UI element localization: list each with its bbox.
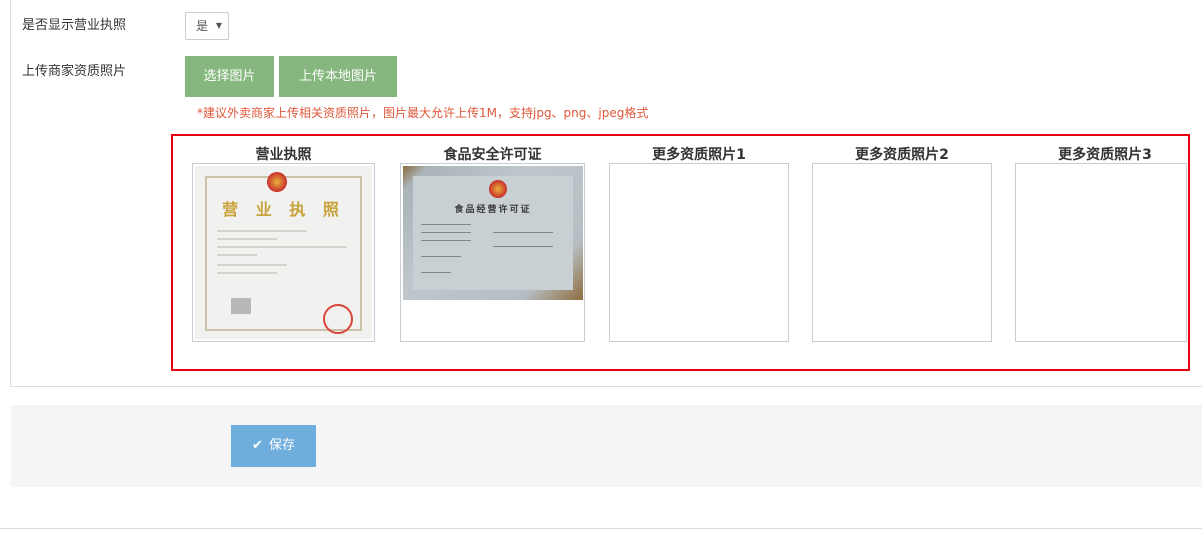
license-heading: 营 业 执 照 (222, 200, 345, 219)
more-photo-2-slot[interactable] (812, 163, 992, 342)
upload-hint: *建议外卖商家上传相关资质照片，图片最大允许上传1M，支持jpg、png、jpe… (197, 106, 649, 120)
qr-code-icon (231, 298, 251, 314)
form-footer (11, 405, 1202, 487)
more-photo-1-slot[interactable] (609, 163, 789, 342)
check-icon: ✔ (252, 438, 263, 453)
slot-title-food-permit: 食品安全许可证 (443, 147, 542, 163)
business-license-image: 营 业 执 照 (195, 166, 372, 339)
upload-qualification-label: 上传商家资质照片 (22, 64, 127, 79)
save-button-label: 保存 (268, 438, 295, 453)
slot-title-more-1: 更多资质照片1 (652, 147, 746, 163)
upload-local-image-button[interactable]: 上传本地图片 (279, 56, 397, 97)
food-permit-heading: 食品经营许可证 (454, 205, 532, 215)
official-seal-icon (323, 304, 353, 334)
business-license-slot[interactable]: 营 业 执 照 (192, 163, 375, 342)
save-button[interactable]: ✔ 保存 (231, 425, 316, 467)
food-permit-slot[interactable]: 食品经营许可证 (400, 163, 585, 342)
food-permit-image: 食品经营许可证 (403, 166, 583, 300)
divider (0, 528, 1202, 529)
more-photo-3-slot[interactable] (1015, 163, 1187, 342)
chevron-down-icon: ▼ (215, 21, 222, 30)
show-license-select[interactable]: 是 ▼ (185, 12, 229, 40)
national-emblem-icon (489, 180, 507, 198)
select-image-button[interactable]: 选择图片 (185, 56, 274, 97)
national-emblem-icon (267, 172, 287, 192)
show-license-label: 是否显示营业执照 (22, 18, 127, 33)
slot-title-more-2: 更多资质照片2 (855, 147, 949, 163)
show-license-value: 是 (196, 19, 209, 33)
slot-title-more-3: 更多资质照片3 (1058, 147, 1152, 163)
slot-title-business-license: 营业执照 (255, 147, 312, 163)
